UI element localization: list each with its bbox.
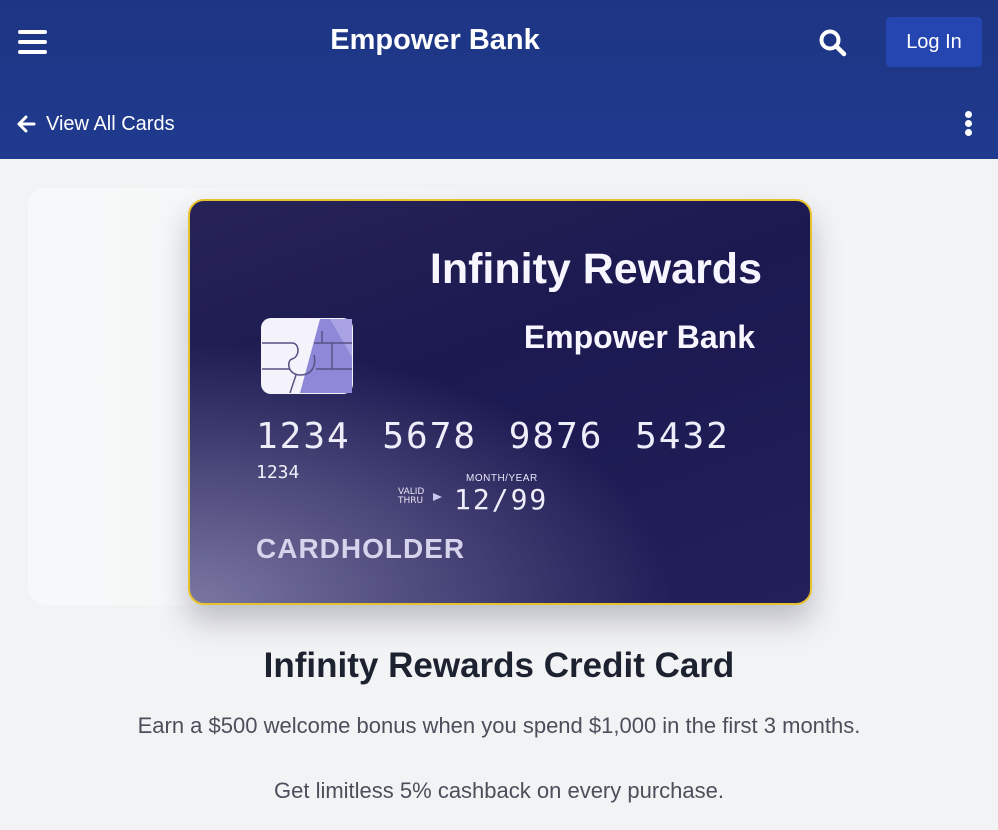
brand-title: Empower Bank: [330, 24, 540, 56]
top-app-bar: Empower Bank Log In View All Cards: [0, 0, 998, 159]
valid-thru-label: VALID THRU: [398, 487, 425, 506]
card-number-short: 1234: [256, 462, 300, 483]
card-chip-icon: [261, 318, 353, 394]
triangle-right-icon: [433, 493, 442, 501]
product-title: Infinity Rewards Credit Card: [263, 646, 735, 685]
more-vertical-icon[interactable]: [960, 111, 978, 137]
credit-card-image: Infinity Rewards Empower Bank 1234 5678 …: [188, 199, 812, 605]
view-all-cards-link[interactable]: View All Cards: [16, 111, 175, 137]
view-all-cards-label: View All Cards: [46, 112, 175, 135]
card-bank-name: Empower Bank: [523, 319, 755, 355]
card-number: 1234 5678 9876 5432: [256, 416, 730, 457]
login-button[interactable]: Log In: [886, 17, 982, 67]
card-product-name: Infinity Rewards: [429, 245, 762, 293]
card-expiry: 12/99: [454, 483, 549, 516]
welcome-bonus-text: Earn a $500 welcome bonus when you spend…: [137, 713, 861, 738]
cardholder-name: CARDHOLDER: [256, 533, 466, 564]
cashback-text: Get limitless 5% cashback on every purch…: [274, 778, 724, 803]
arrow-left-icon: [17, 115, 36, 133]
search-icon[interactable]: [818, 28, 848, 58]
